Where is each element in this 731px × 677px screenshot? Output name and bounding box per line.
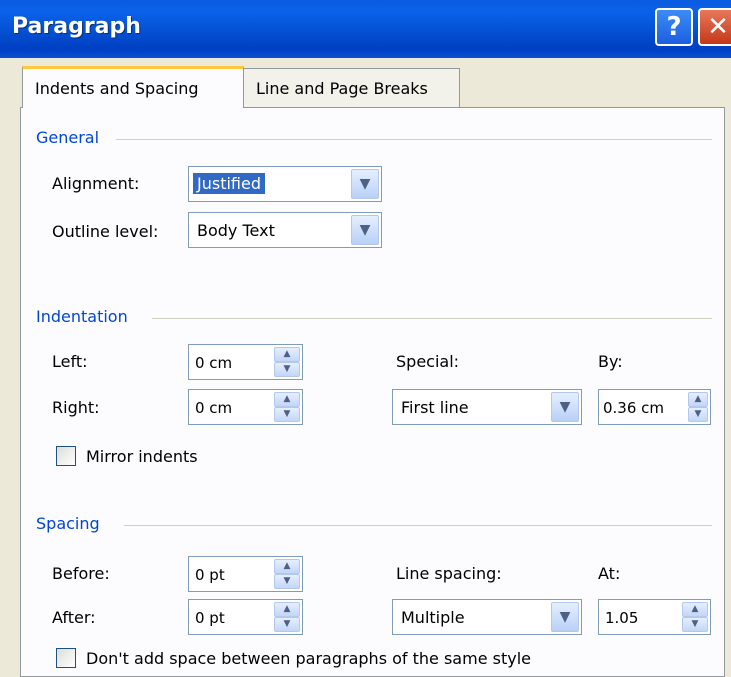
mirror-indents-label[interactable]: Mirror indents bbox=[86, 447, 198, 466]
special-label: Special: bbox=[396, 352, 460, 371]
spacing-heading: Spacing bbox=[36, 514, 100, 533]
special-value: First line bbox=[401, 398, 469, 417]
title-bar: Paragraph ? ✕ bbox=[0, 0, 731, 58]
help-icon: ? bbox=[666, 12, 682, 42]
outline-level-select[interactable]: Body Text ▼ bbox=[188, 212, 382, 248]
indentation-heading: Indentation bbox=[36, 307, 128, 326]
line-spacing-select[interactable]: Multiple ▼ bbox=[392, 599, 582, 635]
dont-add-space-label[interactable]: Don't add space between paragraphs of th… bbox=[86, 649, 531, 668]
caret-up-icon[interactable]: ▲ bbox=[274, 602, 300, 617]
alignment-value: Justified bbox=[192, 172, 266, 195]
caret-down-icon[interactable]: ▼ bbox=[274, 617, 300, 632]
tab-label: Line and Page Breaks bbox=[256, 79, 428, 98]
indentation-separator bbox=[152, 318, 712, 319]
general-separator bbox=[116, 139, 712, 140]
line-spacing-label: Line spacing: bbox=[396, 564, 502, 583]
caret-up-icon[interactable]: ▲ bbox=[274, 559, 300, 574]
caret-down-icon[interactable]: ▼ bbox=[274, 574, 300, 589]
caret-up-icon[interactable]: ▲ bbox=[274, 392, 300, 407]
left-indent-label: Left: bbox=[52, 352, 88, 371]
dont-add-space-checkbox[interactable] bbox=[56, 648, 76, 668]
left-indent-value: 0 cm bbox=[195, 354, 233, 372]
caret-up-icon[interactable]: ▲ bbox=[688, 392, 708, 407]
caret-down-icon[interactable]: ▼ bbox=[682, 617, 708, 632]
caret-down-icon[interactable]: ▼ bbox=[274, 362, 300, 377]
right-indent-label: Right: bbox=[52, 398, 100, 417]
chevron-down-icon[interactable]: ▼ bbox=[351, 215, 379, 245]
after-value: 0 pt bbox=[195, 609, 225, 627]
mirror-indents-checkbox[interactable] bbox=[56, 446, 76, 466]
before-spinner[interactable]: 0 pt ▲ ▼ bbox=[188, 556, 303, 592]
close-button[interactable]: ✕ bbox=[698, 8, 731, 46]
outline-level-label: Outline level: bbox=[52, 222, 159, 241]
right-indent-spinner[interactable]: 0 cm ▲ ▼ bbox=[188, 389, 303, 425]
special-select[interactable]: First line ▼ bbox=[392, 389, 582, 425]
after-spinner[interactable]: 0 pt ▲ ▼ bbox=[188, 599, 303, 635]
right-indent-value: 0 cm bbox=[195, 399, 233, 417]
help-button[interactable]: ? bbox=[655, 8, 693, 46]
tab-line-and-page-breaks[interactable]: Line and Page Breaks bbox=[243, 68, 460, 108]
spacing-separator bbox=[124, 525, 712, 526]
chevron-down-icon[interactable]: ▼ bbox=[551, 392, 579, 422]
chevron-down-icon[interactable]: ▼ bbox=[351, 169, 379, 199]
before-value: 0 pt bbox=[195, 566, 225, 584]
general-heading: General bbox=[36, 128, 100, 147]
caret-down-icon[interactable]: ▼ bbox=[688, 407, 708, 422]
by-label: By: bbox=[598, 352, 623, 371]
by-value: 0.36 cm bbox=[603, 399, 665, 417]
at-spinner[interactable]: 1.05 ▲ ▼ bbox=[598, 599, 711, 635]
at-label: At: bbox=[598, 564, 621, 583]
caret-up-icon[interactable]: ▲ bbox=[682, 602, 708, 617]
tab-label: Indents and Spacing bbox=[35, 79, 199, 98]
window-title: Paragraph bbox=[12, 14, 141, 39]
alignment-select[interactable]: Justified ▼ bbox=[188, 166, 382, 202]
close-icon: ✕ bbox=[707, 12, 729, 42]
before-label: Before: bbox=[52, 564, 110, 583]
line-spacing-value: Multiple bbox=[401, 608, 465, 627]
alignment-label: Alignment: bbox=[52, 174, 140, 193]
at-value: 1.05 bbox=[605, 609, 639, 627]
caret-up-icon[interactable]: ▲ bbox=[274, 347, 300, 362]
chevron-down-icon[interactable]: ▼ bbox=[551, 602, 579, 632]
after-label: After: bbox=[52, 608, 96, 627]
tab-indents-and-spacing[interactable]: Indents and Spacing bbox=[22, 66, 244, 108]
outline-level-value: Body Text bbox=[197, 221, 275, 240]
by-spinner[interactable]: 0.36 cm ▲ ▼ bbox=[598, 389, 711, 425]
caret-down-icon[interactable]: ▼ bbox=[274, 407, 300, 422]
left-indent-spinner[interactable]: 0 cm ▲ ▼ bbox=[188, 344, 303, 380]
